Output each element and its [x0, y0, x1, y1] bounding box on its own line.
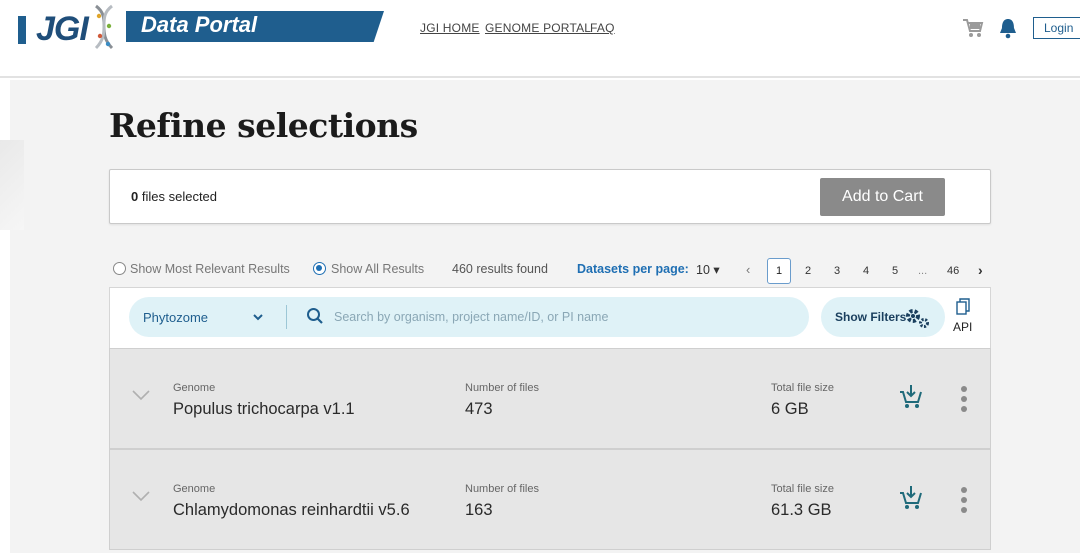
all-results-radio[interactable]: [313, 262, 326, 275]
genome-label: Genome: [173, 382, 216, 394]
size-value: 61.3 GB: [771, 501, 832, 519]
result-row[interactable]: Genome Populus trichocarpa v1.1 Number o…: [109, 348, 991, 449]
files-label: Number of files: [465, 483, 539, 495]
dna-helix-icon: [94, 4, 114, 50]
genome-label: Genome: [173, 483, 216, 495]
pill-divider: [286, 305, 287, 329]
page-46-button[interactable]: 46: [947, 265, 959, 277]
result-row[interactable]: Genome Chlamydomonas reinhardtii v5.6 Nu…: [109, 449, 991, 550]
portal-title[interactable]: Data Portal: [141, 12, 257, 38]
genome-name[interactable]: Chlamydomonas reinhardtii v5.6: [173, 501, 410, 520]
chevron-down-icon[interactable]: [132, 389, 150, 401]
add-to-cart-button[interactable]: Add to Cart: [820, 178, 945, 216]
prev-page-button[interactable]: ‹: [746, 262, 750, 277]
bell-icon[interactable]: [999, 17, 1017, 39]
per-page-label: Datasets per page:: [577, 262, 689, 276]
chevron-down-icon[interactable]: [132, 490, 150, 502]
results-count: 460 results found: [452, 262, 548, 276]
nav-jgi-home[interactable]: JGI HOME: [420, 21, 480, 35]
files-selected-text: 0 files selected: [131, 189, 217, 204]
top-header: JGI Data Portal JGI HOME GENOME PORTAL F…: [0, 0, 1080, 78]
next-page-button[interactable]: ›: [978, 262, 983, 278]
more-menu-icon[interactable]: [961, 386, 969, 414]
search-panel: Phytozome Show Filters API: [109, 287, 991, 349]
all-results-label[interactable]: Show All Results: [331, 262, 424, 276]
page-ellipsis: ...: [918, 265, 928, 277]
page-5-button[interactable]: 5: [892, 265, 898, 277]
most-relevant-label[interactable]: Show Most Relevant Results: [130, 262, 290, 276]
files-count: 163: [465, 501, 493, 519]
show-filters-label: Show Filters: [835, 310, 907, 324]
login-button[interactable]: Login: [1033, 17, 1080, 39]
per-page-select[interactable]: 10 ▾: [696, 262, 720, 277]
size-label: Total file size: [771, 382, 834, 394]
portal-select[interactable]: Phytozome: [143, 310, 208, 325]
search-input[interactable]: [334, 305, 794, 329]
jgi-logo[interactable]: JGI: [36, 10, 89, 49]
more-menu-icon[interactable]: [961, 487, 969, 515]
selection-bar: 0 files selected Add to Cart: [109, 169, 991, 224]
show-filters-button[interactable]: Show Filters: [821, 297, 945, 337]
page-2-button[interactable]: 2: [805, 265, 811, 277]
chevron-down-icon[interactable]: [252, 311, 264, 323]
nav-genome-portal[interactable]: GENOME PORTAL: [485, 21, 591, 35]
add-to-cart-icon[interactable]: [899, 485, 923, 511]
search-icon: [307, 308, 323, 324]
size-label: Total file size: [771, 483, 834, 495]
files-label: Number of files: [465, 382, 539, 394]
selected-count: 0: [131, 189, 139, 204]
page-4-button[interactable]: 4: [863, 265, 869, 277]
genome-name[interactable]: Populus trichocarpa v1.1: [173, 400, 355, 419]
page-3-button[interactable]: 3: [834, 265, 840, 277]
gear-icon: [906, 309, 929, 328]
side-shadow: [0, 140, 24, 230]
add-to-cart-icon[interactable]: [899, 384, 923, 410]
page-1-button[interactable]: 1: [767, 258, 791, 284]
nav-faq[interactable]: FAQ: [590, 21, 615, 35]
most-relevant-radio[interactable]: [113, 262, 126, 275]
cart-icon[interactable]: [962, 17, 984, 39]
search-bar: Phytozome: [129, 297, 809, 337]
page-title: Refine selections: [109, 106, 418, 145]
selected-suffix: files selected: [141, 189, 218, 204]
logo-bar: [18, 16, 26, 44]
files-count: 473: [465, 400, 493, 418]
size-value: 6 GB: [771, 400, 809, 418]
api-label[interactable]: API: [953, 320, 972, 334]
copy-icon[interactable]: [956, 298, 970, 316]
